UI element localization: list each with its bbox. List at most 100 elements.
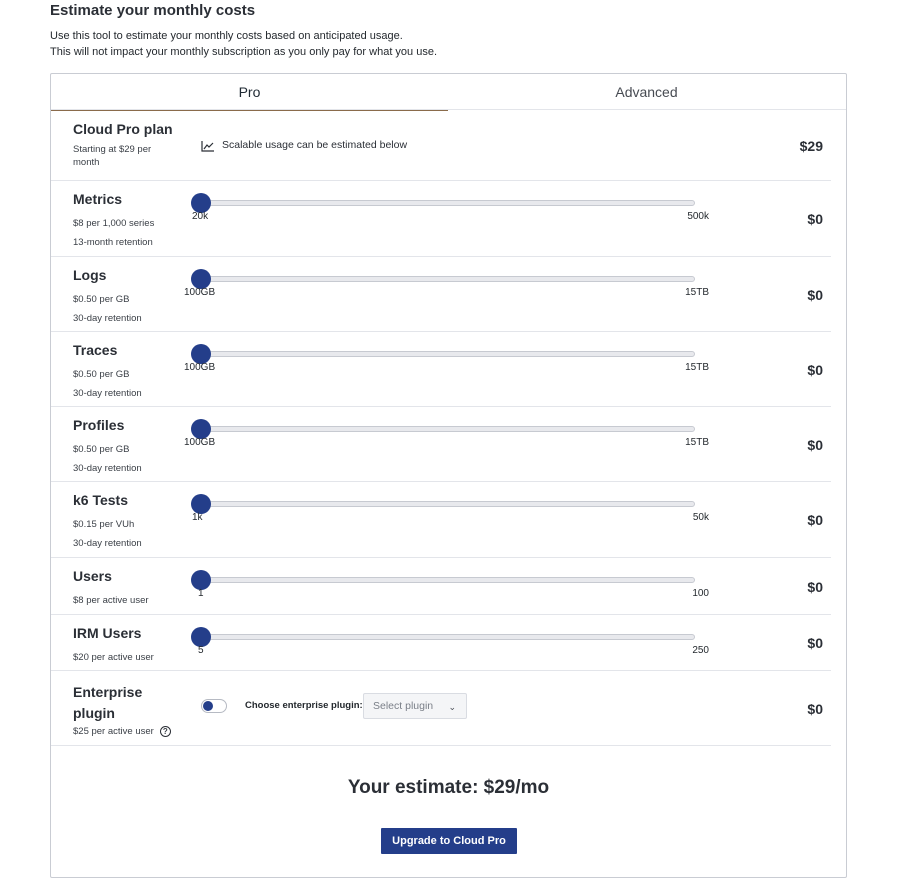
slider-price: $0 — [807, 578, 823, 595]
tab-pro[interactable]: Pro — [51, 74, 448, 111]
chevron-down-icon: ⌄ — [448, 702, 456, 712]
intro-text: Use this tool to estimate your monthly c… — [50, 28, 437, 60]
slider-min-label: 1 — [198, 588, 204, 599]
plan-price: $29 — [799, 138, 823, 154]
toggle-knob — [203, 701, 213, 711]
upgrade-button[interactable]: Upgrade to Cloud Pro — [381, 828, 517, 854]
slider-sub: $0.50 per GB 30-day retention — [73, 440, 142, 478]
slider-thumb[interactable] — [191, 570, 211, 590]
slider-name: Profiles — [73, 417, 125, 433]
slider-name: k6 Tests — [73, 492, 128, 508]
slider-max-label: 250 — [692, 645, 709, 656]
slider-track[interactable] — [201, 501, 695, 507]
slider-name: Metrics — [73, 191, 123, 207]
slider-name: Users — [73, 568, 112, 584]
slider-track[interactable] — [201, 634, 695, 640]
help-icon[interactable]: ? — [159, 725, 171, 737]
slider-sub-line-2: 30-day retention — [73, 463, 142, 474]
estimate-total: Your estimate: $29/mo — [347, 777, 550, 798]
slider-row-k6-tests: k6 Tests $0.15 per VUh 30-day retention 1k 5… — [51, 482, 831, 558]
slider-track[interactable] — [201, 200, 695, 206]
enterprise-sub: $25 per active user? — [73, 725, 171, 738]
enterprise-name-line-2: plugin — [73, 705, 115, 721]
enterprise-toggle[interactable] — [201, 699, 227, 713]
slider-price: $0 — [807, 211, 823, 227]
slider-max-label: 15TB — [685, 287, 709, 298]
slider-thumb[interactable] — [191, 269, 211, 289]
slider-sub-line-2: 30-day retention — [73, 388, 142, 399]
slider-row-users: Users $8 per active user 1 100 $0 — [51, 558, 831, 615]
slider-track[interactable] — [201, 351, 695, 357]
slider-thumb[interactable] — [191, 419, 211, 439]
slider-min-label: 100GB — [184, 362, 216, 373]
slider-sub-line-1: $0.50 per GB — [73, 294, 130, 305]
slider-max-label: 500k — [687, 211, 709, 222]
slider-sub: $8 per 1,000 series 13-month retention — [73, 214, 154, 252]
cost-estimator-card: Pro Advanced Cloud Pro plan Starting at … — [50, 73, 847, 878]
plugin-select-value: Select plugin — [373, 700, 434, 712]
plugin-select[interactable]: Select plugin ⌄ — [363, 693, 467, 719]
enterprise-plugin-label: Choose enterprise plugin: — [245, 700, 363, 711]
slider-row-traces: Traces $0.50 per GB 30-day retention 100GB 1… — [51, 332, 831, 407]
slider-sub-line-2: 30-day retention — [73, 538, 142, 549]
enterprise-row: Enterprise plugin $25 per active user? C… — [51, 671, 831, 746]
page-heading: Estimate your monthly costs — [50, 2, 256, 19]
slider-track[interactable] — [201, 577, 695, 583]
slider-thumb[interactable] — [191, 494, 211, 514]
slider-sub: $8 per active user — [73, 591, 149, 610]
plan-sub-line-1: Starting at $29 per — [73, 144, 152, 155]
tab-advanced[interactable]: Advanced — [448, 74, 845, 110]
slider-sub: $20 per active user — [73, 648, 154, 667]
plan-tabs: Pro Advanced — [51, 74, 846, 111]
tab-pro-label: Pro — [238, 84, 261, 100]
slider-thumb[interactable] — [191, 344, 211, 364]
slider-price: $0 — [807, 635, 823, 651]
slider-track[interactable] — [201, 426, 695, 432]
slider-sub: $0.50 per GB 30-day retention — [73, 365, 142, 403]
slider-sub: $0.50 per GB 30-day retention — [73, 290, 142, 328]
slider-sub-line-1: $0.50 per GB — [73, 444, 130, 455]
slider-name: Traces — [73, 342, 118, 358]
slider-max-label: 15TB — [685, 437, 709, 448]
slider-track[interactable] — [201, 276, 695, 282]
slider-max-label: 15TB — [685, 362, 709, 373]
slider-sub-line-1: $8 per 1,000 series — [73, 218, 155, 229]
slider-row-metrics: Metrics $8 per 1,000 series 13-month reten… — [51, 181, 831, 257]
plan-sub-line-2: month — [73, 157, 100, 168]
slider-sub: $0.15 per VUh 30-day retention — [73, 515, 142, 553]
enterprise-sub-text: $25 per active user — [73, 726, 154, 737]
line-chart-icon — [201, 141, 214, 152]
slider-min-label: 1k — [192, 512, 203, 523]
slider-thumb[interactable] — [191, 627, 211, 647]
slider-sub-line-1: $0.15 per VUh — [73, 519, 135, 530]
slider-name: IRM Users — [73, 625, 142, 641]
slider-price: $0 — [807, 286, 823, 303]
intro-line-2: This will not impact your monthly subscr… — [50, 46, 438, 58]
slider-price: $0 — [807, 512, 823, 528]
intro-line-1: Use this tool to estimate your monthly c… — [50, 30, 403, 42]
slider-min-label: 5 — [198, 645, 204, 656]
slider-min-label: 100GB — [184, 437, 216, 448]
slider-sub-line-1: $8 per active user — [73, 595, 149, 606]
enterprise-name-line-1: Enterprise — [73, 684, 143, 700]
slider-thumb[interactable] — [191, 193, 211, 213]
slider-sub-line-2: 13-month retention — [73, 237, 153, 248]
scalable-note: Scalable usage can be estimated below — [222, 139, 408, 151]
slider-row-profiles: Profiles $0.50 per GB 30-day retention 100G… — [51, 407, 831, 482]
plan-row: Cloud Pro plan Starting at $29 per month… — [51, 110, 831, 181]
enterprise-name: Enterprise plugin — [73, 682, 142, 724]
slider-min-label: 100GB — [184, 287, 216, 298]
plan-name: Cloud Pro plan — [73, 121, 173, 137]
slider-price: $0 — [807, 436, 823, 453]
slider-row-logs: Logs $0.50 per GB 30-day retention 100GB 15T… — [51, 257, 831, 332]
slider-max-label: 100 — [692, 588, 709, 599]
slider-name: Logs — [73, 267, 107, 283]
tab-advanced-label: Advanced — [615, 84, 678, 100]
plan-sub: Starting at $29 per month — [73, 143, 151, 169]
slider-sub-line-2: 30-day retention — [73, 313, 142, 324]
enterprise-price: $0 — [807, 701, 823, 717]
slider-sub-line-1: $0.50 per GB — [73, 369, 130, 380]
slider-sub-line-1: $20 per active user — [73, 652, 154, 663]
slider-max-label: 50k — [692, 512, 709, 523]
slider-row-irm-users: IRM Users $20 per active user 5 250 $0 — [51, 615, 831, 671]
